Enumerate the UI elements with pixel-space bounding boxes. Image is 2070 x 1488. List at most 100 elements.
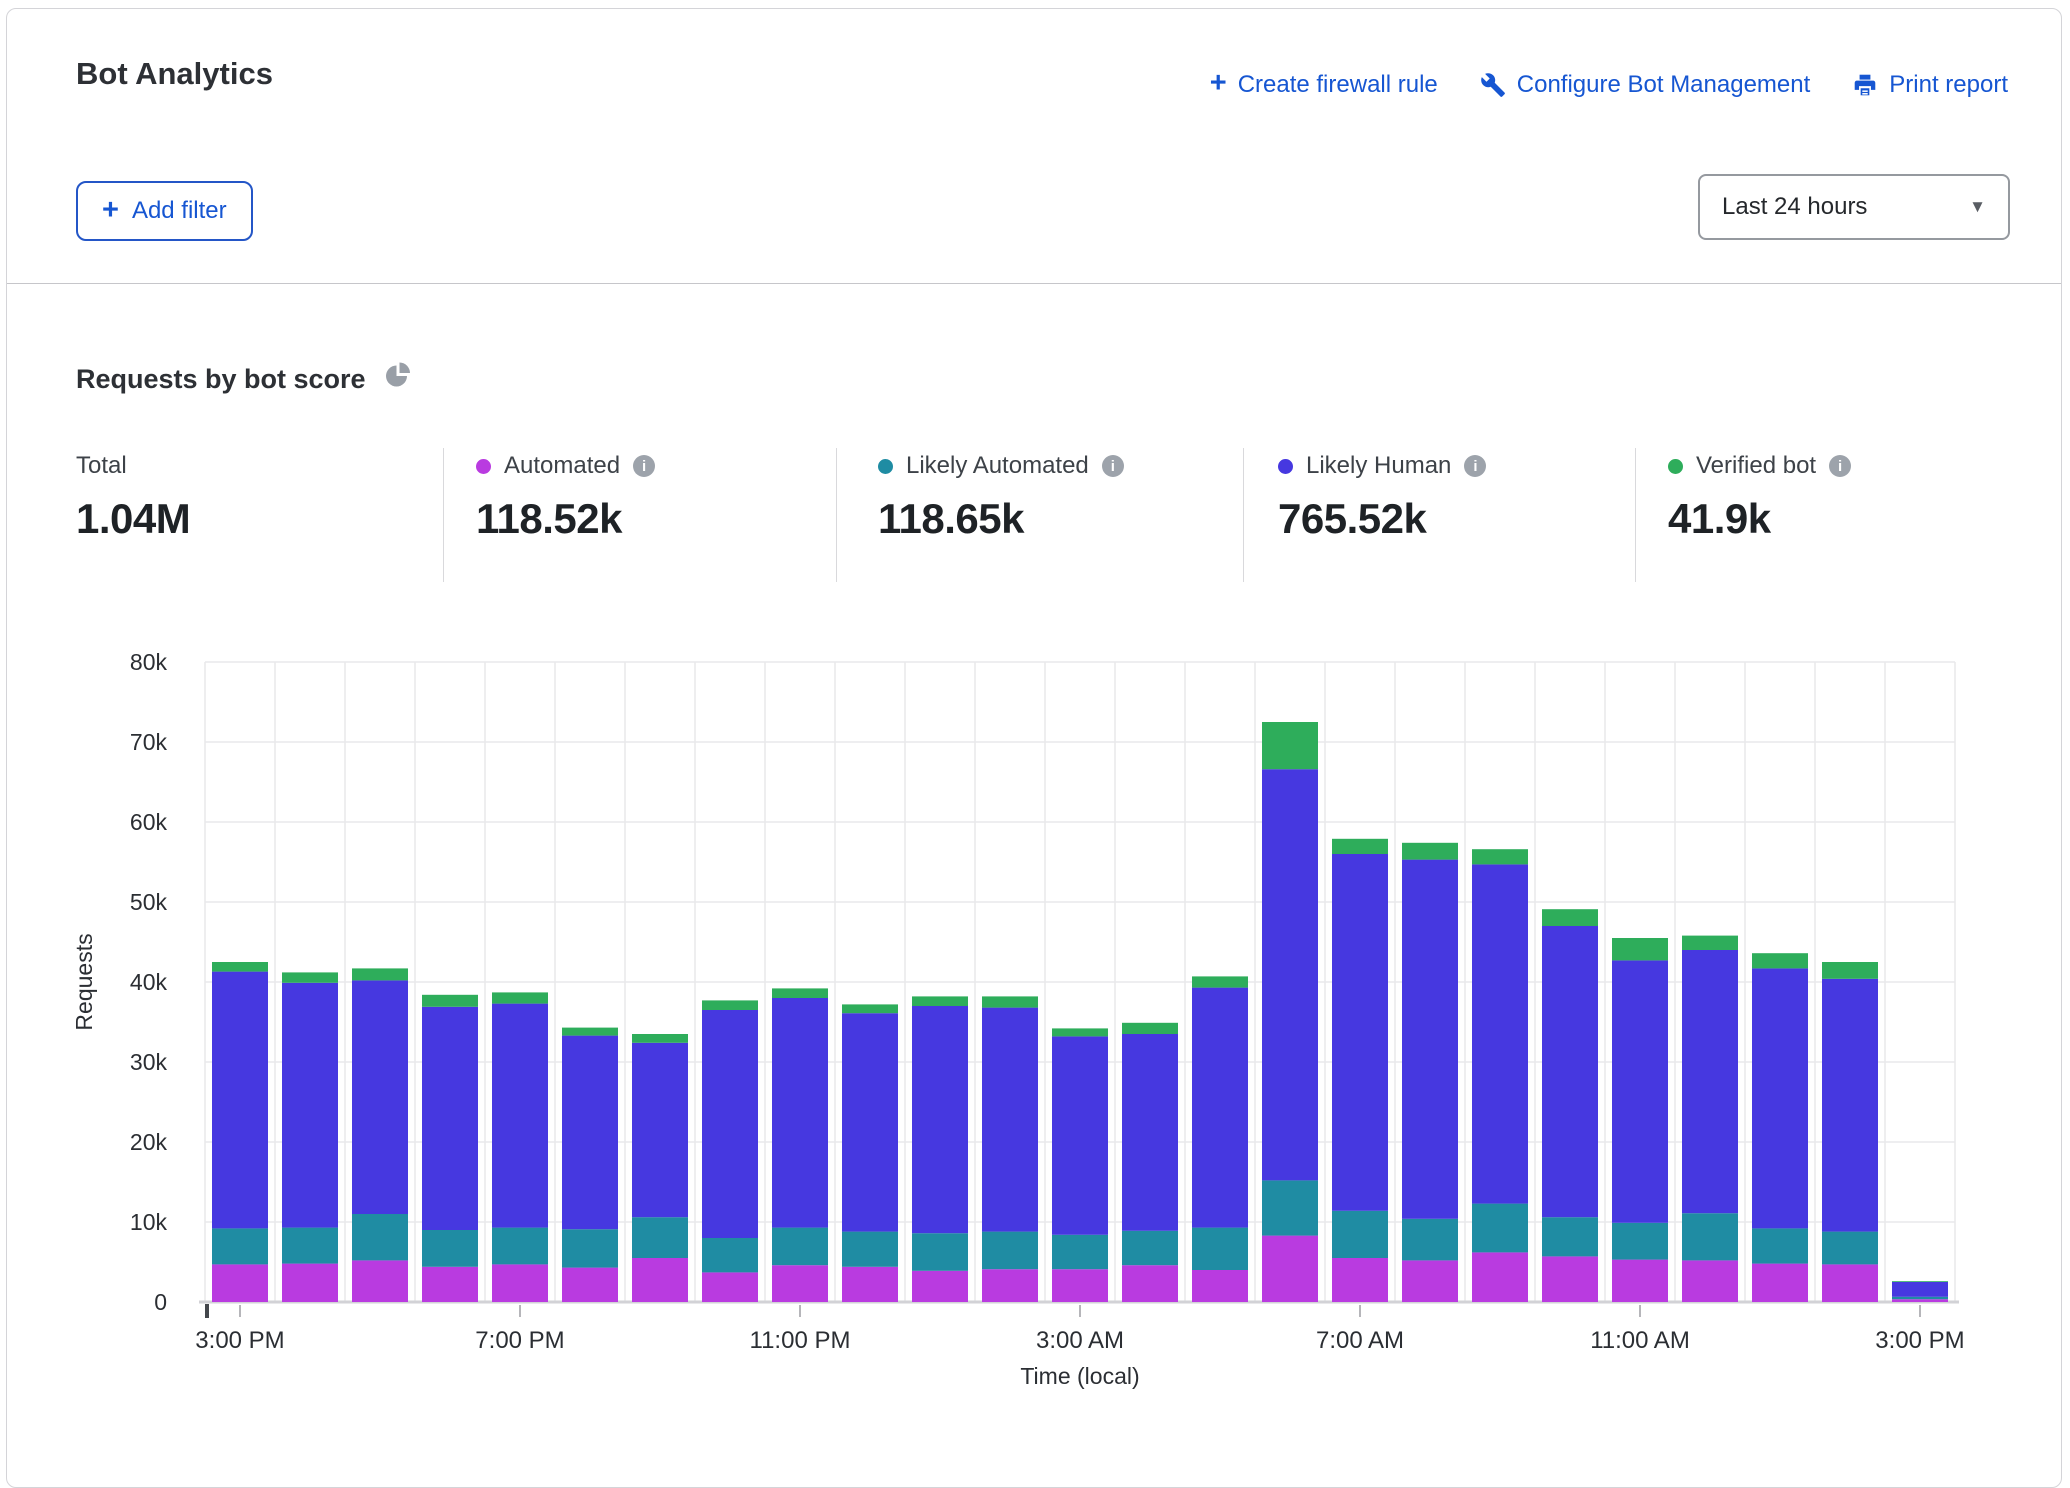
bar-segment: [1752, 1228, 1808, 1263]
svg-text:3:00 AM: 3:00 AM: [1036, 1327, 1124, 1354]
svg-text:70k: 70k: [130, 729, 168, 755]
stat-automated: Automated i 118.52k: [476, 452, 655, 543]
bar-segment: [982, 1232, 1038, 1270]
configure-bot-management-link[interactable]: Configure Bot Management: [1480, 71, 1811, 99]
bar-segment: [1332, 854, 1388, 1211]
plus-icon: +: [1210, 69, 1227, 98]
bar-segment: [422, 1230, 478, 1267]
bar-segment: [282, 1228, 338, 1264]
time-range-dropdown[interactable]: Last 24 hours ▼: [1698, 174, 2010, 240]
svg-text:40k: 40k: [130, 969, 168, 995]
stats-divider: [836, 448, 837, 582]
bar-segment: [1542, 1217, 1598, 1256]
stat-verified-bot: Verified bot i 41.9k: [1668, 452, 1851, 543]
bar-segment: [1122, 1023, 1178, 1034]
bar-segment: [282, 983, 338, 1228]
svg-text:Time (local): Time (local): [1020, 1363, 1139, 1389]
bar-segment: [1122, 1034, 1178, 1231]
bar-segment: [1822, 979, 1878, 1232]
bar-segment: [912, 1271, 968, 1302]
info-icon[interactable]: i: [1102, 455, 1124, 477]
configure-bot-management-label: Configure Bot Management: [1517, 71, 1811, 99]
bar-segment: [1892, 1282, 1948, 1297]
stats-divider: [1635, 448, 1636, 582]
stat-total-value: 1.04M: [76, 495, 190, 543]
info-icon[interactable]: i: [1829, 455, 1851, 477]
wrench-icon: [1480, 72, 1506, 98]
plus-icon: +: [102, 196, 119, 225]
bar-segment: [1402, 1260, 1458, 1302]
stat-likely-automated-value: 118.65k: [878, 495, 1124, 543]
svg-text:11:00 AM: 11:00 AM: [1590, 1327, 1690, 1354]
bar-segment: [1682, 1213, 1738, 1260]
stat-total: Total 1.04M: [76, 452, 190, 543]
bot-analytics-page: { "header": { "title": "Bot Analytics", …: [0, 0, 2070, 1394]
bar-segment: [352, 1214, 408, 1260]
print-report-link[interactable]: Print report: [1852, 71, 2008, 99]
bar-segment: [492, 992, 548, 1003]
add-filter-label: Add filter: [132, 197, 227, 225]
bar-segment: [562, 1229, 618, 1267]
header-actions: + Create firewall rule Configure Bot Man…: [1210, 70, 2008, 99]
bar-segment: [772, 998, 828, 1228]
bar-segment: [212, 962, 268, 972]
bar-segment: [1402, 843, 1458, 860]
bar-segment: [492, 1264, 548, 1302]
bar-segment: [1332, 839, 1388, 854]
bar-segment: [1682, 936, 1738, 950]
svg-text:80k: 80k: [130, 649, 168, 675]
bar-segment: [1262, 1236, 1318, 1302]
info-icon[interactable]: i: [633, 455, 655, 477]
bar-segment: [1472, 1204, 1528, 1253]
bar-segment: [1052, 1028, 1108, 1036]
bar-segment: [1262, 722, 1318, 769]
bar-segment: [702, 1238, 758, 1272]
bar-segment: [1682, 1260, 1738, 1302]
bar-segment: [1752, 953, 1808, 968]
bar-segment: [492, 1228, 548, 1265]
bar-segment: [1262, 1180, 1318, 1235]
add-filter-button[interactable]: + Add filter: [76, 181, 253, 241]
bar-segment: [842, 1232, 898, 1267]
bar-segment: [212, 972, 268, 1229]
bar-segment: [1542, 909, 1598, 926]
bar-segment: [1192, 1270, 1248, 1302]
bar-segment: [912, 1233, 968, 1271]
svg-text:0: 0: [154, 1289, 167, 1315]
bar-segment: [282, 972, 338, 982]
chevron-down-icon: ▼: [1969, 197, 1986, 217]
bar-segment: [1612, 960, 1668, 1222]
create-firewall-rule-label: Create firewall rule: [1238, 71, 1438, 99]
bar-segment: [702, 1000, 758, 1010]
bar-segment: [422, 1267, 478, 1302]
stacked-bar-chart-svg: 010k20k30k40k50k60k70k80k3:00 PM7:00 PM1…: [0, 630, 2070, 1394]
bar-segment: [1122, 1265, 1178, 1302]
bar-segment: [1122, 1231, 1178, 1265]
bar-segment: [352, 1260, 408, 1302]
stat-automated-value: 118.52k: [476, 495, 655, 543]
stat-likely-human-label: Likely Human: [1306, 452, 1451, 480]
bar-segment: [1822, 1232, 1878, 1265]
info-icon[interactable]: i: [1464, 455, 1486, 477]
svg-text:30k: 30k: [130, 1049, 168, 1075]
bar-segment: [212, 1264, 268, 1302]
bar-segment: [912, 1006, 968, 1233]
stat-likely-automated-label: Likely Automated: [906, 452, 1089, 480]
stat-verified-bot-label: Verified bot: [1696, 452, 1816, 480]
bar-segment: [772, 1228, 828, 1266]
create-firewall-rule-link[interactable]: + Create firewall rule: [1210, 70, 1438, 99]
bar-segment: [772, 1265, 828, 1302]
bar-segment: [1682, 950, 1738, 1213]
bar-segment: [632, 1258, 688, 1302]
svg-text:60k: 60k: [130, 809, 168, 835]
svg-text:3:00 PM: 3:00 PM: [1875, 1327, 1964, 1354]
bar-segment: [982, 1008, 1038, 1232]
bar-segment: [1892, 1297, 1948, 1299]
bar-segment: [632, 1043, 688, 1217]
section-title: Requests by bot score: [76, 364, 366, 395]
bar-segment: [562, 1028, 618, 1036]
bar-segment: [1192, 976, 1248, 987]
bar-segment: [1612, 1223, 1668, 1260]
header-divider: [7, 283, 2061, 284]
svg-text:7:00 AM: 7:00 AM: [1316, 1327, 1404, 1354]
